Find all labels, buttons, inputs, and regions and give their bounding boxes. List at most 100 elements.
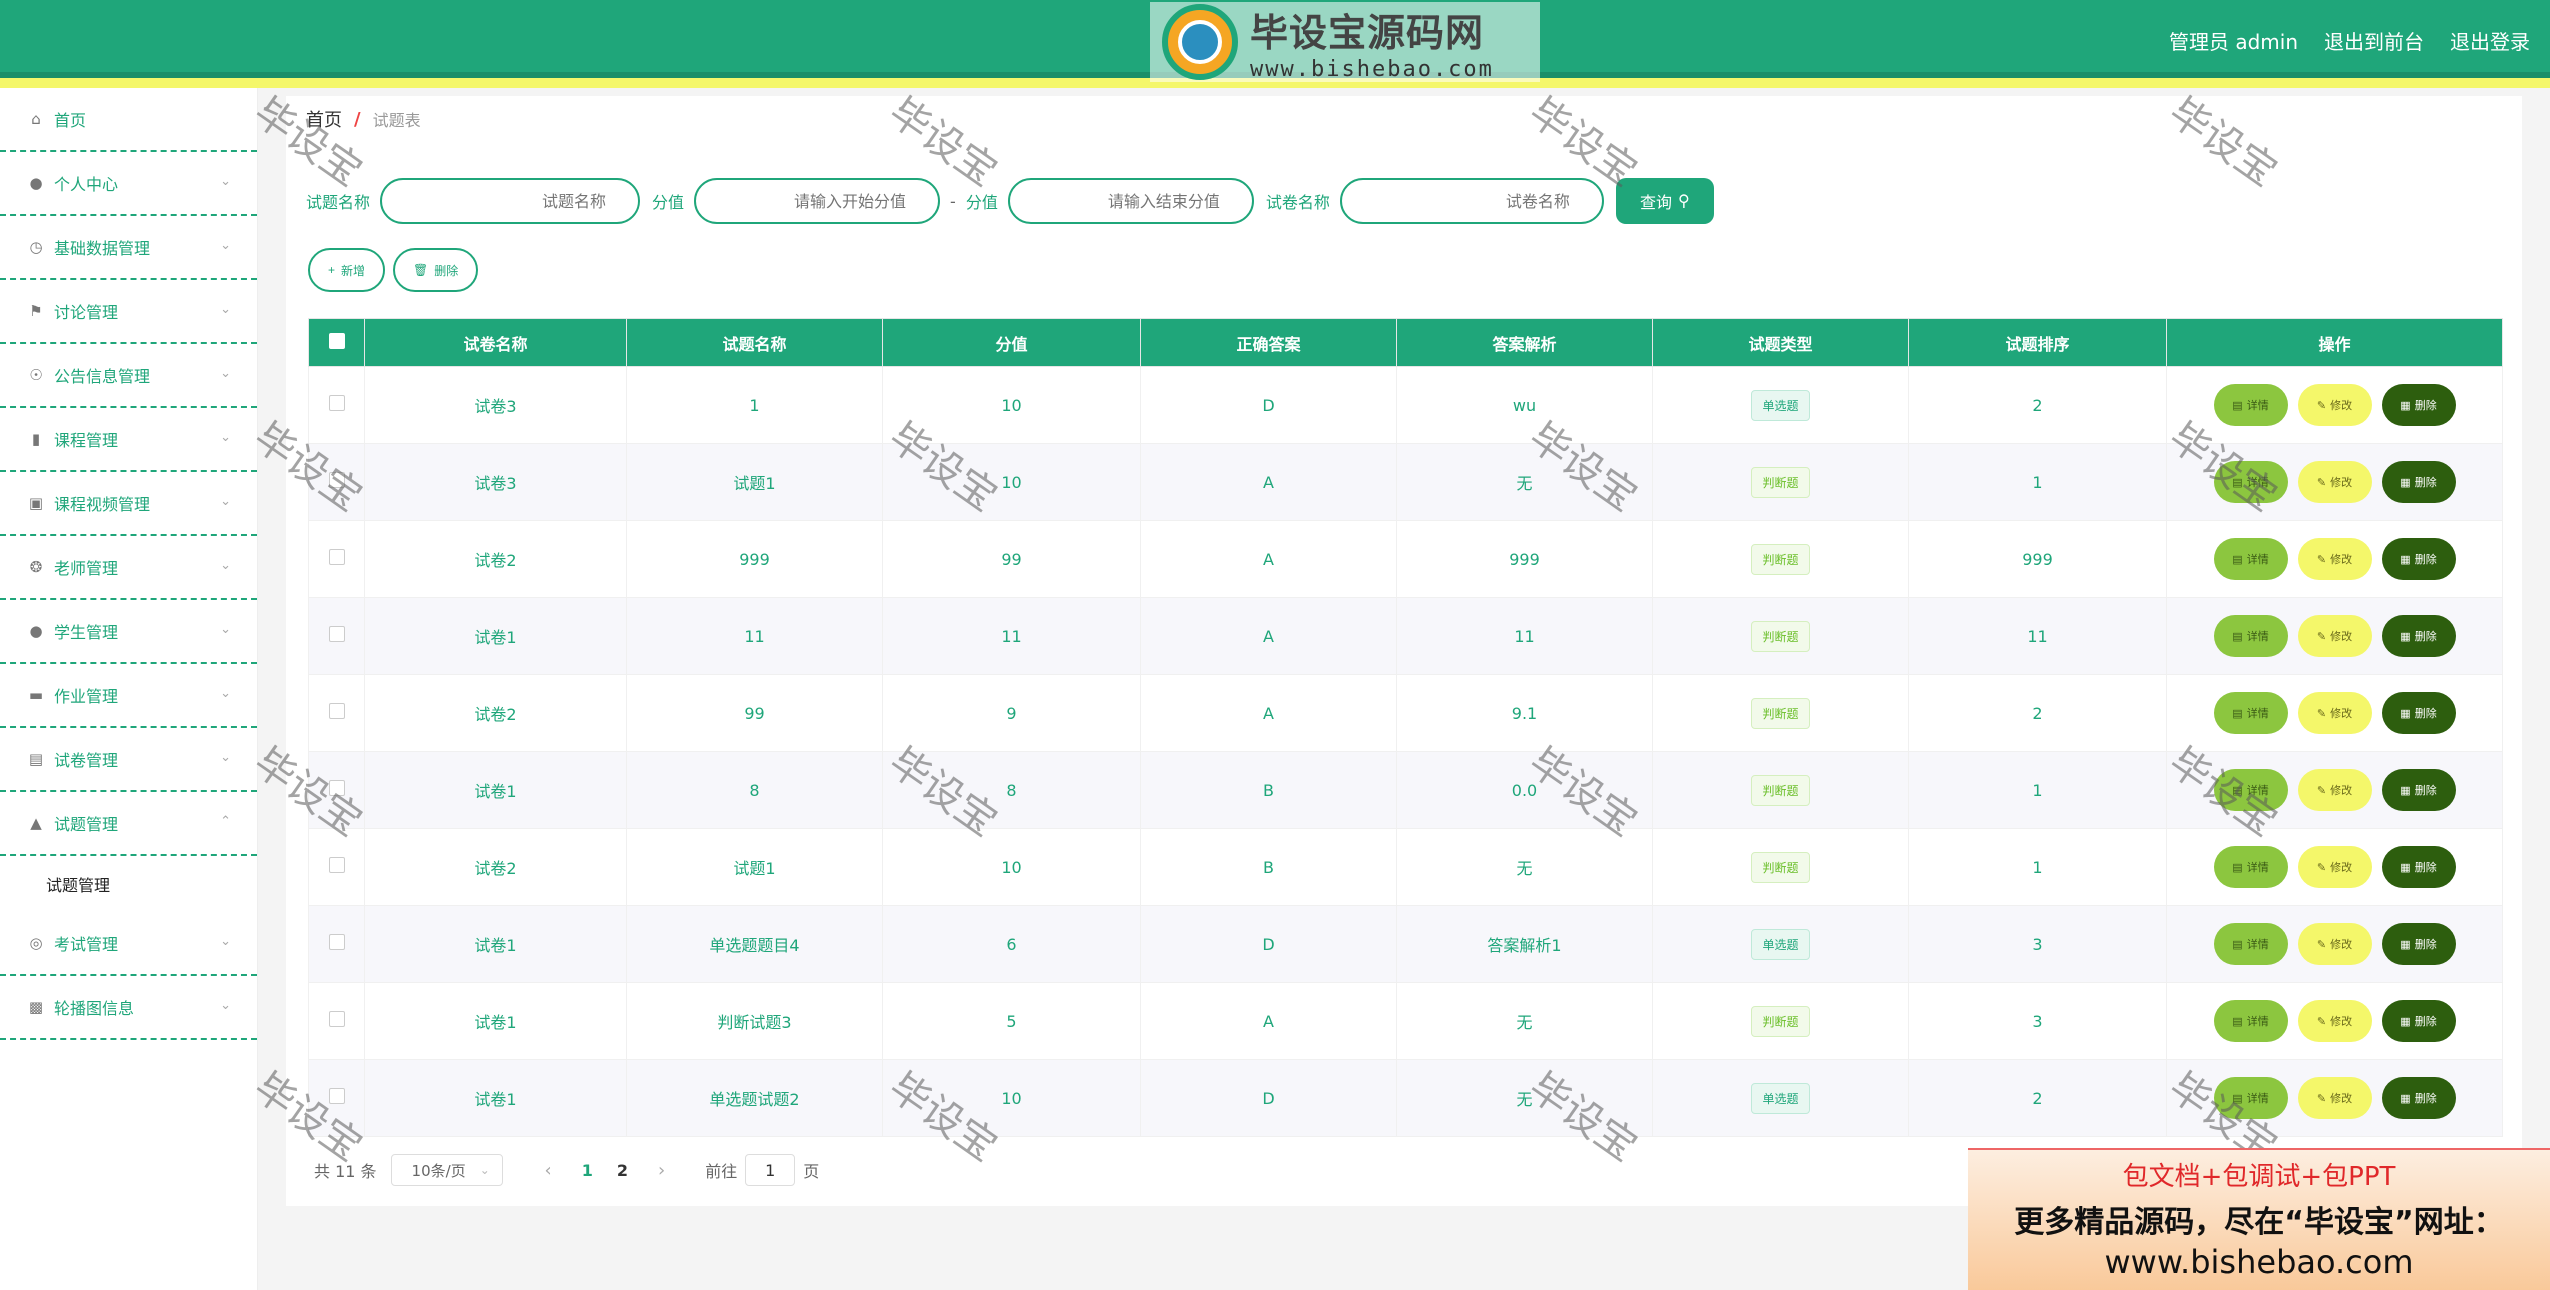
prev-page-button[interactable]: ‹ xyxy=(545,1160,552,1181)
pencil-icon: ✎ xyxy=(2316,1092,2327,1105)
batch-delete-button[interactable]: 🗑 删除 xyxy=(393,248,479,292)
select-all-checkbox[interactable] xyxy=(328,332,345,349)
detail-button[interactable]: ▤ 详情 xyxy=(2213,1077,2288,1119)
detail-button[interactable]: ▤ 详情 xyxy=(2213,692,2288,734)
delete-button[interactable]: ▦ 删除 xyxy=(2381,846,2456,888)
row-checkbox[interactable] xyxy=(328,549,345,565)
aperture-icon: ❂ xyxy=(29,558,43,576)
edit-button[interactable]: ✎ 修改 xyxy=(2297,923,2372,965)
page-size-select[interactable]: 10条/页 ⌄ xyxy=(390,1154,503,1186)
delete-button[interactable]: ▦ 删除 xyxy=(2381,692,2456,734)
edit-button[interactable]: ✎ 修改 xyxy=(2297,384,2372,426)
goto-page-input[interactable]: 1 xyxy=(745,1154,796,1186)
row-checkbox[interactable] xyxy=(328,472,345,488)
paper-name-input[interactable] xyxy=(1339,178,1604,224)
sidebar-item[interactable]: ▩ 轮播图信息 ⌄ xyxy=(0,976,257,1040)
sidebar-item[interactable]: ▲ 试题管理 ⌃ xyxy=(0,792,257,856)
sidebar-item-label: 个人中心 xyxy=(54,175,119,194)
delete-button[interactable]: ▦ 删除 xyxy=(2381,384,2456,426)
promo-line-2: 更多精品源码，尽在“毕设宝”网址： xyxy=(2014,1205,2504,1240)
sidebar-item[interactable]: ● 学生管理 ⌄ xyxy=(0,600,257,664)
sidebar-item[interactable]: ● 个人中心 ⌄ xyxy=(0,152,257,216)
promo-banner[interactable]: 包文档+包调试+包PPT 更多精品源码，尽在“毕设宝”网址： www.bishe… xyxy=(1968,1148,2550,1290)
delete-button[interactable]: ▦ 删除 xyxy=(2381,538,2456,580)
goto-prefix: 前往 xyxy=(705,1162,738,1181)
edit-button[interactable]: ✎ 修改 xyxy=(2297,769,2372,811)
sidebar-item[interactable]: ⌂ 首页 xyxy=(0,88,257,152)
row-checkbox[interactable] xyxy=(328,1088,345,1104)
sidebar-item[interactable]: ◷ 基础数据管理 ⌄ xyxy=(0,216,257,280)
cell-paper-name: 试卷2 xyxy=(364,828,627,906)
edit-button[interactable]: ✎ 修改 xyxy=(2297,846,2372,888)
sidebar-item[interactable]: ❂ 老师管理 ⌄ xyxy=(0,536,257,600)
sidebar-item[interactable]: ▤ 试卷管理 ⌄ xyxy=(0,728,257,792)
breadcrumb-home[interactable]: 首页 xyxy=(306,106,342,132)
document-icon: ▤ xyxy=(2232,476,2243,489)
table-row: 试卷1 11 11 A 11 判断题 11 ▤ 详情 ✎ 修改 ▦ 删除 xyxy=(308,597,2503,675)
detail-button[interactable]: ▤ 详情 xyxy=(2213,769,2288,811)
sidebar-item[interactable]: ⚑ 讨论管理 ⌄ xyxy=(0,280,257,344)
sidebar-item[interactable]: ◎ 考试管理 ⌄ xyxy=(0,912,257,976)
edit-button[interactable]: ✎ 修改 xyxy=(2297,692,2372,734)
add-button-label: 新增 xyxy=(341,263,366,278)
user-icon: ● xyxy=(29,174,43,192)
edit-button[interactable]: ✎ 修改 xyxy=(2297,538,2372,580)
detail-button[interactable]: ▤ 详情 xyxy=(2213,538,2288,580)
row-checkbox[interactable] xyxy=(328,780,345,796)
row-checkbox[interactable] xyxy=(328,395,345,411)
cell-order: 1 xyxy=(1908,828,2167,906)
chevron-down-icon: ⌄ xyxy=(479,1163,490,1177)
edit-button[interactable]: ✎ 修改 xyxy=(2297,461,2372,503)
row-checkbox[interactable] xyxy=(328,934,345,950)
edit-button[interactable]: ✎ 修改 xyxy=(2297,1077,2372,1119)
row-checkbox[interactable] xyxy=(328,1011,345,1027)
detail-button[interactable]: ▤ 详情 xyxy=(2213,461,2288,503)
detail-button-label: 详情 xyxy=(2246,554,2269,566)
row-checkbox[interactable] xyxy=(328,857,345,873)
cell-type: 单选题 xyxy=(1652,905,1909,983)
add-button[interactable]: + 新增 xyxy=(308,248,386,292)
edit-button-label: 修改 xyxy=(2330,939,2353,951)
bar-chart-icon: ▩ xyxy=(28,998,44,1016)
next-page-button[interactable]: › xyxy=(658,1160,665,1181)
question-name-input[interactable] xyxy=(380,178,641,224)
edit-button[interactable]: ✎ 修改 xyxy=(2297,1000,2372,1042)
delete-button[interactable]: ▦ 删除 xyxy=(2381,923,2456,965)
delete-button[interactable]: ▦ 删除 xyxy=(2381,1000,2456,1042)
page-1-button[interactable]: 1 xyxy=(582,1161,593,1180)
delete-button[interactable]: ▦ 删除 xyxy=(2381,769,2456,811)
detail-button[interactable]: ▤ 详情 xyxy=(2213,846,2288,888)
delete-button[interactable]: ▦ 删除 xyxy=(2381,1077,2456,1119)
row-checkbox[interactable] xyxy=(328,626,345,642)
detail-button-label: 详情 xyxy=(2246,708,2269,720)
delete-button[interactable]: ▦ 删除 xyxy=(2381,615,2456,657)
score-end-input[interactable] xyxy=(1007,178,1254,224)
cell-analysis: wu xyxy=(1396,366,1653,444)
logout-link[interactable]: 退出登录 xyxy=(2450,26,2530,55)
detail-button[interactable]: ▤ 详情 xyxy=(2213,1000,2288,1042)
sidebar-item[interactable]: ☉ 公告信息管理 ⌄ xyxy=(0,344,257,408)
cell-paper-name: 试卷1 xyxy=(364,1059,627,1137)
home-icon: ⌂ xyxy=(31,110,41,128)
sidebar-item[interactable]: ▣ 课程视频管理 ⌄ xyxy=(0,472,257,536)
detail-button[interactable]: ▤ 详情 xyxy=(2213,923,2288,965)
delete-button[interactable]: ▦ 删除 xyxy=(2381,461,2456,503)
detail-button[interactable]: ▤ 详情 xyxy=(2213,615,2288,657)
cell-type: 判断题 xyxy=(1652,828,1909,906)
query-button[interactable]: 查询 ⚲ xyxy=(1615,178,1714,224)
cell-type: 单选题 xyxy=(1652,366,1909,444)
chevron-down-icon: ⌄ xyxy=(220,934,231,949)
row-checkbox[interactable] xyxy=(328,703,345,719)
sidebar-item[interactable]: ▮ 课程管理 ⌄ xyxy=(0,408,257,472)
basketball-icon: ◎ xyxy=(29,934,43,952)
sidebar-subitem-question-manage[interactable]: 试题管理 xyxy=(0,856,257,912)
edit-button[interactable]: ✎ 修改 xyxy=(2297,615,2372,657)
score-start-input[interactable] xyxy=(694,178,941,224)
cell-score: 10 xyxy=(882,443,1141,521)
back-to-frontend-link[interactable]: 退出到前台 xyxy=(2324,26,2424,55)
sidebar-item[interactable]: ▬ 作业管理 ⌄ xyxy=(0,664,257,728)
page-2-button[interactable]: 2 xyxy=(617,1161,628,1180)
detail-button[interactable]: ▤ 详情 xyxy=(2213,384,2288,426)
row-select-cell xyxy=(308,366,365,444)
sidebar-item-label: 课程视频管理 xyxy=(54,495,151,514)
